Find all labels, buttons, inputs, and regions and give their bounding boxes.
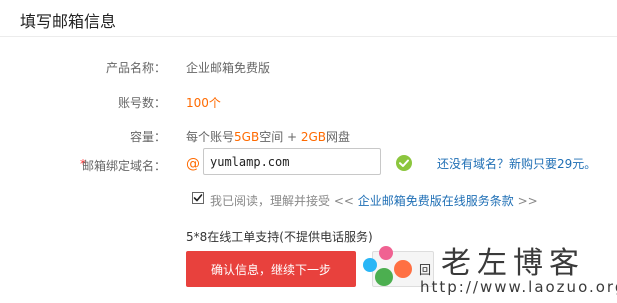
agree-checkbox[interactable] [192,192,204,204]
capacity-mid: 空间 + [259,130,301,144]
support-note: 5*8在线工单支持(不提供电话服务) [186,230,373,244]
capacity-suffix: 网盘 [326,130,351,144]
agreement-text: 我已阅读，理解并接受 << 企业邮箱免费版在线服务条款 >> [210,192,538,209]
buy-domain-link[interactable]: 还没有域名？新购只要29元。 [437,155,596,172]
watermark-logo [361,244,421,294]
agreement-prefix: 我已阅读，理解并接受 << [210,194,358,208]
capacity-label: 容量： [129,130,166,144]
product-name-label: 产品名称： [105,61,166,75]
check-icon [396,155,412,171]
agreement-suffix: >> [513,194,538,208]
page-title: 填写邮箱信息 [20,12,117,31]
mailbox-size: 5GB [234,130,260,144]
account-count-value: 100个 [186,96,221,110]
watermark-url: http://www.laozuo.org [420,278,617,296]
terms-link[interactable]: 企业邮箱免费版在线服务条款 [358,194,514,208]
disk-size: 2GB [300,130,327,144]
capacity-prefix: 每个账号 [186,130,235,144]
capacity-value: 每个账号5GB空间 + 2GB网盘 [186,128,350,145]
product-name-value: 企业邮箱免费版 [186,61,271,75]
account-count-label: 账号数： [117,96,166,110]
title-divider [0,36,617,37]
at-sign: @ [186,156,200,172]
domain-input[interactable] [203,148,381,175]
confirm-button[interactable]: 确认信息，继续下一步 [186,251,356,287]
watermark-title: 老左博客 [441,246,585,281]
domain-label: 邮箱绑定域名： [81,159,166,173]
